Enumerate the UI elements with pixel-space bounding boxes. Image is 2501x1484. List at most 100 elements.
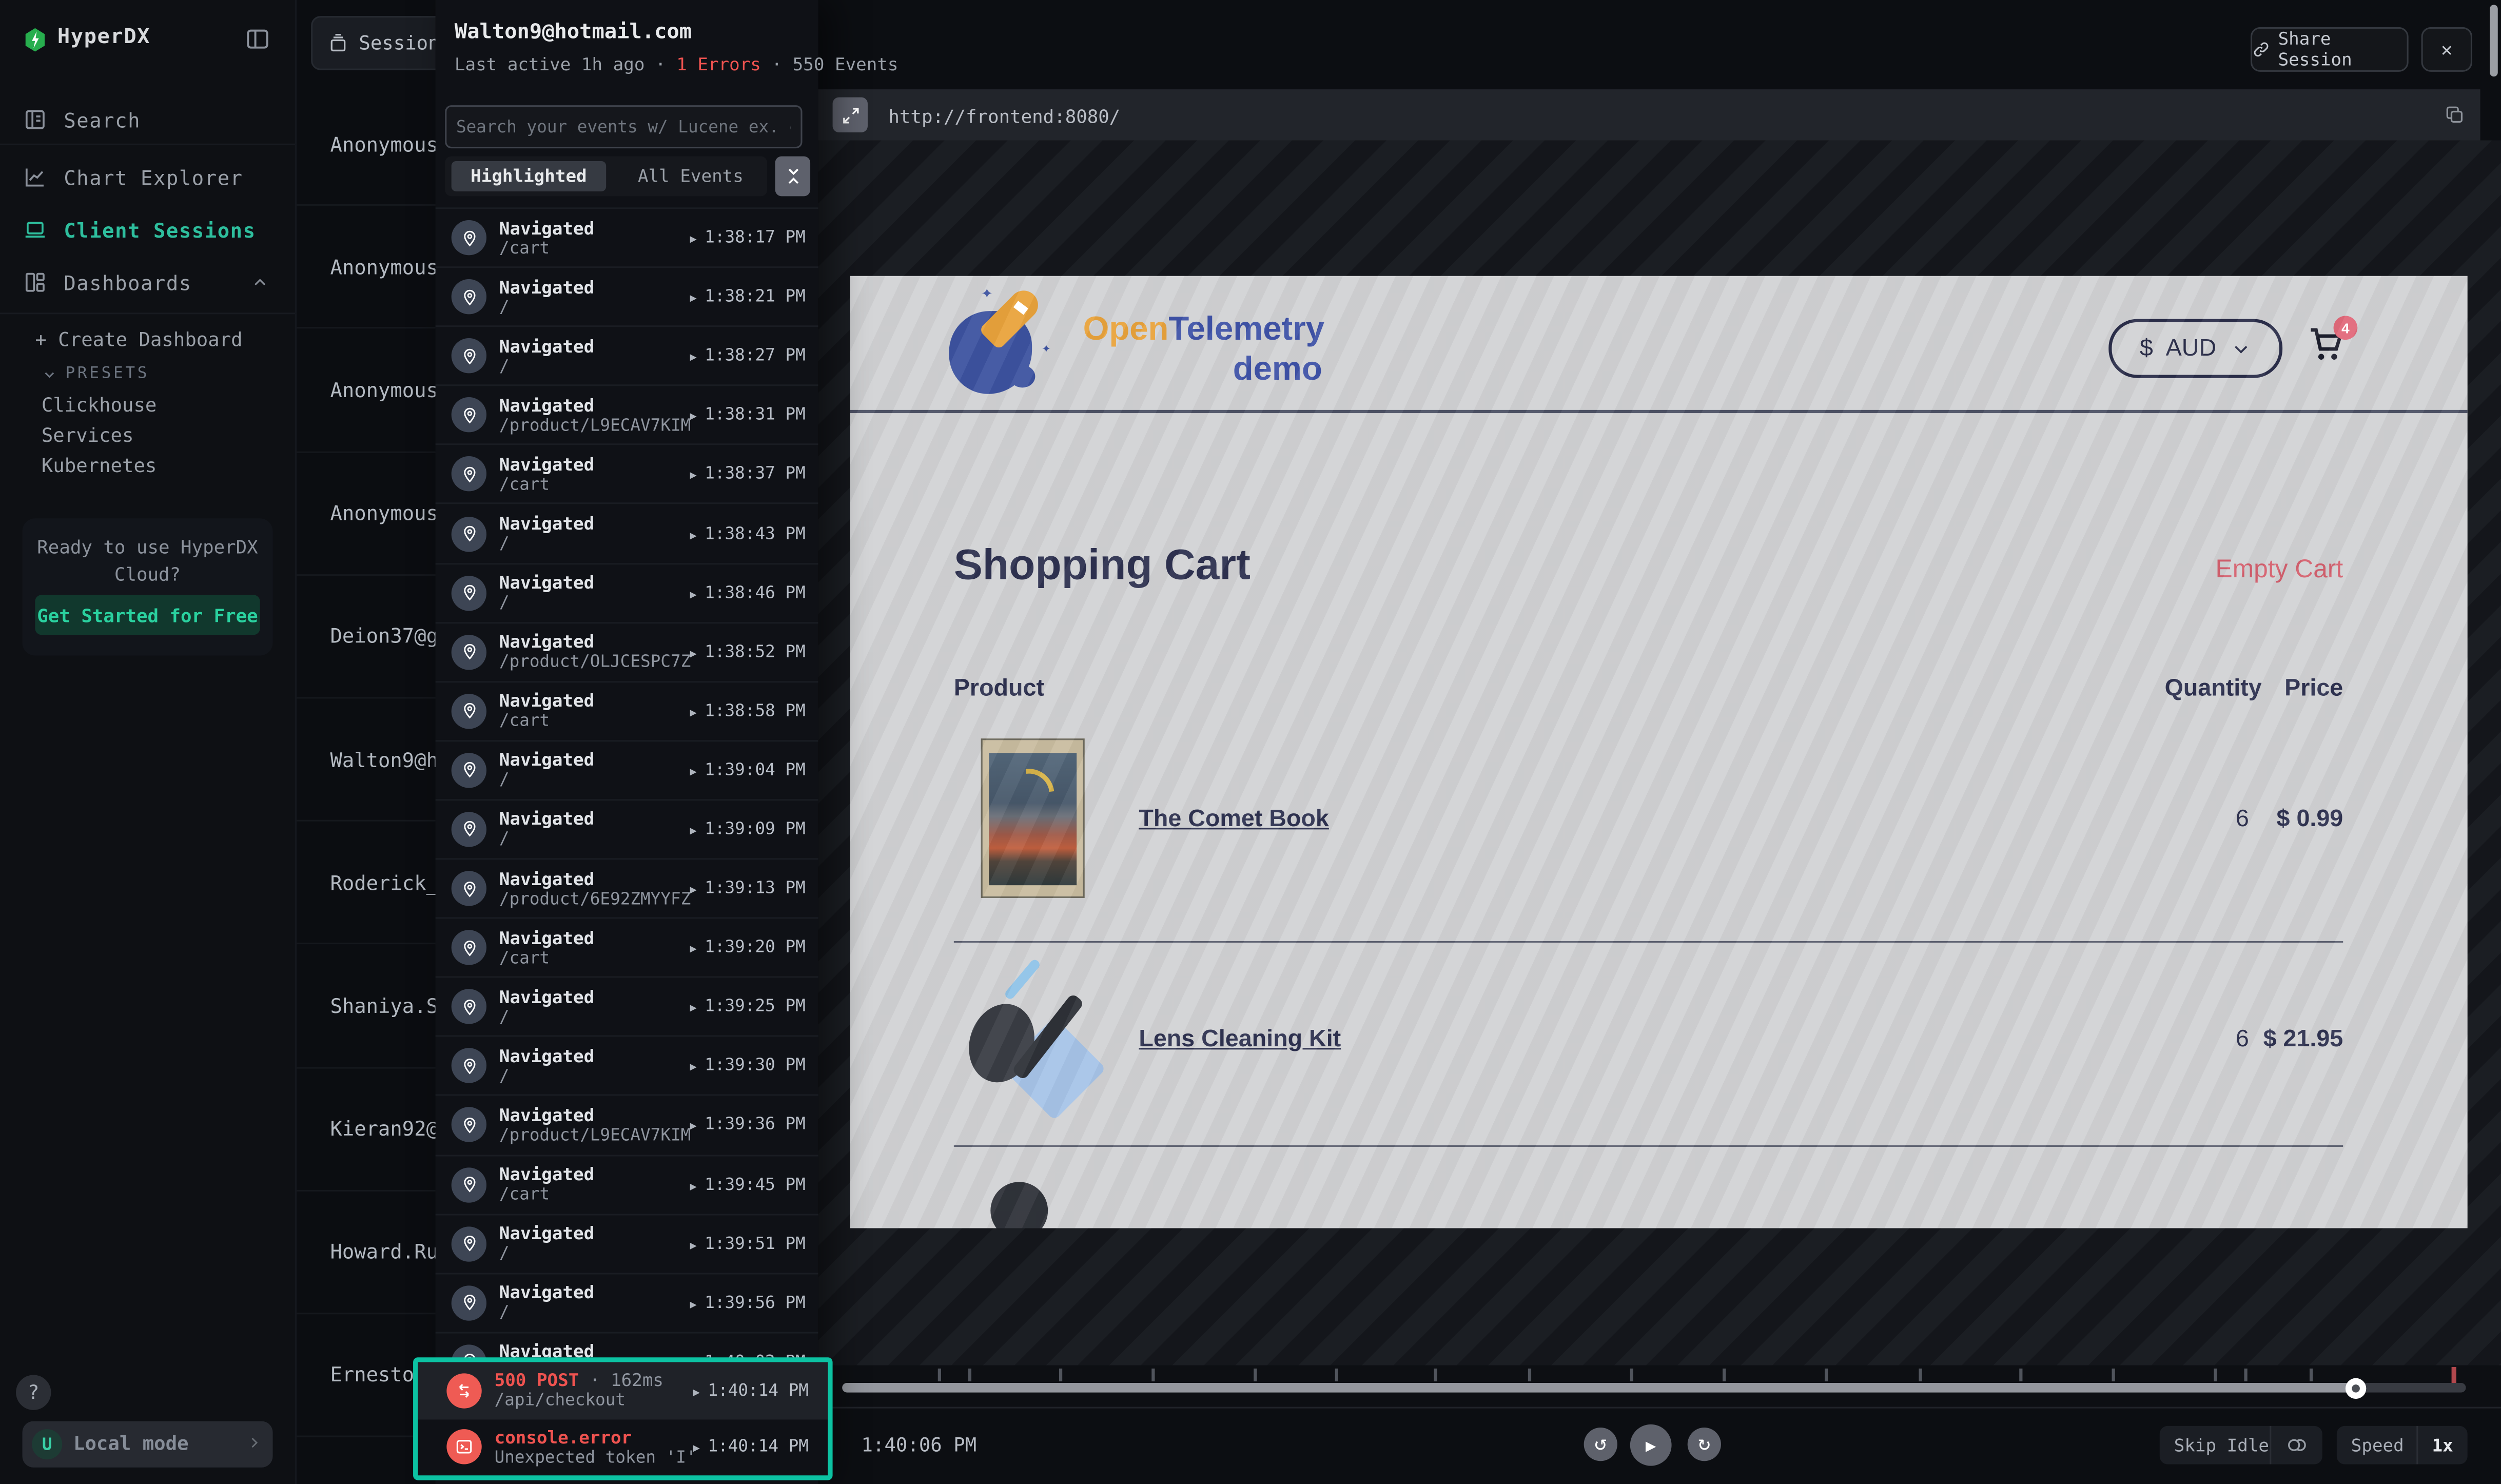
product-link[interactable]: The Comet Book xyxy=(1139,806,1328,833)
timeline[interactable] xyxy=(842,1367,2466,1383)
help-button[interactable]: ? xyxy=(16,1375,51,1410)
forward-button[interactable]: ↻ xyxy=(1688,1428,1721,1461)
event-title: Navigated xyxy=(499,1105,690,1126)
replay-area: Share Session ✕ http://frontend:8080/ ✦ … xyxy=(818,0,2501,1484)
event-row[interactable]: Navigated /product/6E92ZMYYFZ ▶1:39:13 P… xyxy=(436,858,818,917)
currency-select[interactable]: $ AUD xyxy=(2108,319,2282,378)
event-title: Navigated xyxy=(499,750,690,771)
play-button[interactable]: ▶ xyxy=(1630,1424,1672,1466)
rewind-button[interactable]: ↺ xyxy=(1584,1428,1617,1461)
event-row[interactable]: Navigated /cart ▶1:39:20 PM xyxy=(436,917,818,977)
scrollbar-thumb[interactable] xyxy=(2490,5,2498,76)
navigation-pin-icon xyxy=(452,339,486,374)
speed-label: Speed xyxy=(2351,1435,2416,1455)
navigation-pin-icon xyxy=(452,1226,486,1261)
row-divider xyxy=(954,941,2343,943)
event-path: / xyxy=(499,534,690,553)
event-row[interactable]: Navigated /product/L9ECAV7KIM ▶1:39:36 P… xyxy=(436,1095,818,1154)
event-row[interactable]: Navigated / ▶1:39:56 PM xyxy=(436,1273,818,1332)
collapse-sidebar-icon[interactable] xyxy=(244,26,271,53)
event-path: /product/6E92ZMYYFZ xyxy=(499,889,690,908)
close-button[interactable]: ✕ xyxy=(2421,27,2472,72)
sidebar-item-search[interactable]: Search xyxy=(0,99,295,141)
event-timestamp: ▶1:38:58 PM xyxy=(690,701,806,720)
navigation-pin-icon xyxy=(452,457,486,492)
cloud-promo-text: Cloud? xyxy=(23,563,273,585)
event-path: / xyxy=(499,1008,690,1027)
event-search-input[interactable] xyxy=(445,105,802,148)
replay-url-bar: http://frontend:8080/ xyxy=(818,89,2480,140)
hyperdx-app: HyperDX Search Chart Explorer Client Ses… xyxy=(0,0,2501,1484)
timeline-knob[interactable] xyxy=(2345,1377,2366,1398)
event-timestamp: ▶1:38:27 PM xyxy=(690,346,806,365)
create-dashboard-link[interactable]: + Create Dashboard xyxy=(35,328,242,351)
timeline-track[interactable] xyxy=(842,1383,2466,1393)
event-title: Navigated xyxy=(499,987,690,1007)
preset-services[interactable]: Services xyxy=(42,424,134,447)
speed-control[interactable]: Speed 1x xyxy=(2337,1426,2468,1465)
navigation-pin-icon xyxy=(452,694,486,729)
product-link[interactable]: Lens Cleaning Kit xyxy=(1139,1026,1341,1053)
event-row[interactable]: Navigated / ▶1:39:30 PM xyxy=(436,1036,818,1095)
event-row[interactable]: Navigated / ▶1:39:51 PM xyxy=(436,1213,818,1272)
console-error-event-row[interactable]: console.error Unexpected token 'I'… ▶1:4… xyxy=(418,1419,828,1475)
currency-code: AUD xyxy=(2166,335,2216,362)
event-row[interactable]: Navigated / ▶1:39:04 PM xyxy=(436,740,818,799)
sidebar-item-label: Chart Explorer xyxy=(64,165,243,189)
http-request-icon xyxy=(446,1373,481,1408)
cart-button[interactable]: 4 xyxy=(2305,322,2353,370)
collapse-events-button[interactable] xyxy=(775,157,810,197)
preset-kubernetes[interactable]: Kubernetes xyxy=(42,455,157,477)
event-row[interactable]: Navigated / ▶1:39:09 PM xyxy=(436,799,818,858)
tab-sessions[interactable]: Sessions xyxy=(311,16,452,70)
copy-url-icon[interactable] xyxy=(2444,104,2466,126)
local-mode-button[interactable]: U Local mode xyxy=(23,1421,273,1468)
product-price: $ 0.99 xyxy=(2199,806,2343,833)
event-title: Navigated xyxy=(499,809,690,830)
navigation-pin-icon xyxy=(452,930,486,965)
navigation-pin-icon xyxy=(452,575,486,610)
sessions-tab-icon xyxy=(327,32,349,54)
skip-idle-toggle[interactable]: Skip Idle xyxy=(2160,1426,2322,1465)
play-marker-icon: ▶ xyxy=(690,1121,697,1134)
get-started-button[interactable]: Get Started for Free xyxy=(35,595,260,635)
event-row[interactable]: Navigated / ▶1:38:27 PM xyxy=(436,326,818,385)
sidebar-item-dashboards[interactable]: Dashboards xyxy=(0,262,295,303)
event-row[interactable]: Navigated /cart ▶1:40:02 PM xyxy=(436,1332,818,1359)
tab-highlighted[interactable]: Highlighted xyxy=(452,161,607,191)
play-marker-icon: ▶ xyxy=(690,1061,697,1074)
chevron-up-icon[interactable] xyxy=(250,273,269,292)
presets-group-header[interactable]: PRESETS xyxy=(42,365,149,383)
cart-badge: 4 xyxy=(2334,316,2358,340)
event-path: / xyxy=(499,357,690,376)
sidebar-item-chart-explorer[interactable]: Chart Explorer xyxy=(0,157,295,198)
fullscreen-expand-icon[interactable] xyxy=(833,97,868,132)
sidebar: HyperDX Search Chart Explorer Client Ses… xyxy=(0,0,297,1484)
navigation-pin-icon xyxy=(452,398,486,433)
event-title: Navigated xyxy=(499,1046,690,1067)
event-row[interactable]: Navigated / ▶1:38:21 PM xyxy=(436,266,818,325)
event-row[interactable]: Navigated /cart ▶1:38:58 PM xyxy=(436,681,818,740)
event-row[interactable]: Navigated /cart ▶1:38:37 PM xyxy=(436,444,818,503)
play-marker-icon: ▶ xyxy=(690,943,697,956)
presets-heading: PRESETS xyxy=(65,365,149,383)
event-title: Navigated xyxy=(499,869,690,889)
event-row[interactable]: Navigated /product/L9ECAV7KIM ▶1:38:31 P… xyxy=(436,385,818,444)
event-row[interactable]: Navigated / ▶1:38:43 PM xyxy=(436,503,818,562)
http-error-event-row[interactable]: 500 POST · 162ms /api/checkout ▶1:40:14 … xyxy=(418,1362,828,1419)
event-row[interactable]: Navigated /product/OLJCESPC7Z ▶1:38:52 P… xyxy=(436,621,818,680)
share-session-button[interactable]: Share Session xyxy=(2251,27,2409,72)
page-title: Shopping Cart xyxy=(954,541,1251,590)
event-row[interactable]: Navigated /cart ▶1:39:45 PM xyxy=(436,1154,818,1213)
event-row[interactable]: Navigated /cart ▶1:38:17 PM xyxy=(436,207,818,266)
sidebar-item-client-sessions[interactable]: Client Sessions xyxy=(0,209,295,250)
session-user: Roderick_S xyxy=(330,870,450,894)
empty-cart-link[interactable]: Empty Cart xyxy=(2104,557,2343,585)
timeline-progress xyxy=(842,1383,2355,1393)
session-user: Shaniya.Sc xyxy=(330,993,450,1018)
preset-clickhouse[interactable]: Clickhouse xyxy=(42,394,157,417)
tab-all-events[interactable]: All Events xyxy=(620,161,761,191)
event-row[interactable]: Navigated / ▶1:39:25 PM xyxy=(436,977,818,1036)
event-row[interactable]: Navigated / ▶1:38:46 PM xyxy=(436,562,818,621)
sidebar-divider xyxy=(0,144,295,145)
